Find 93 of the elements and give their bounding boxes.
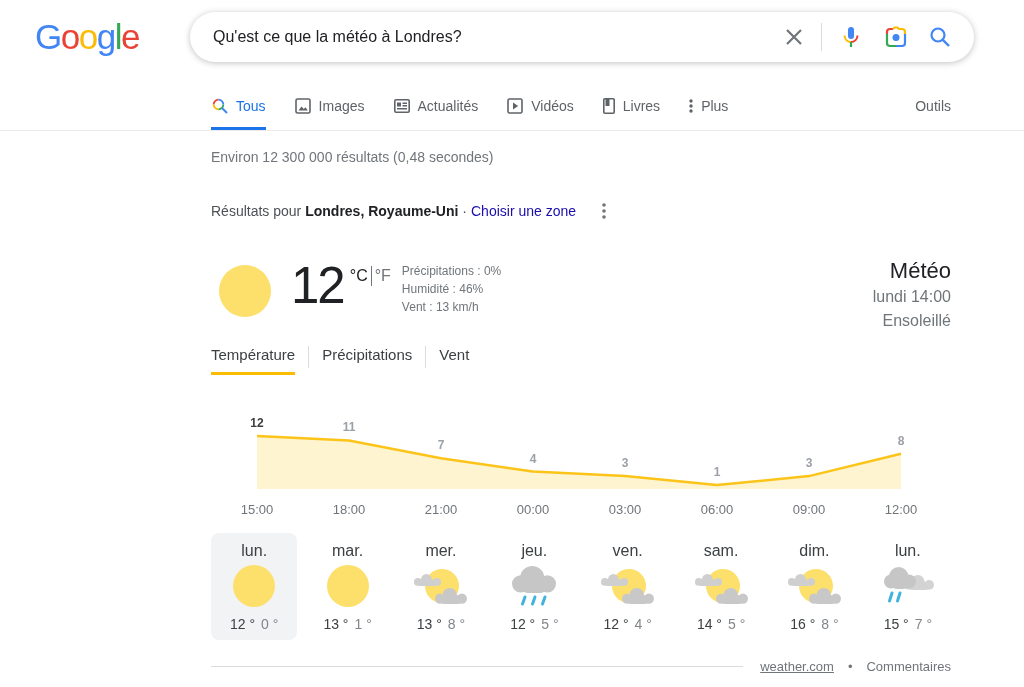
day-name: dim. <box>799 541 830 561</box>
day-name: ven. <box>612 541 643 561</box>
day-name: mar. <box>332 541 364 561</box>
separator-dot: • <box>847 658 853 674</box>
weather-time: lundi 14:00 <box>872 287 951 307</box>
kebab-menu-icon[interactable] <box>602 203 607 219</box>
low-temperature: 7 ° <box>914 615 932 634</box>
high-temperature: 12 ° <box>510 615 536 634</box>
image-icon <box>294 97 311 114</box>
unit-toggle[interactable]: °C <box>349 266 368 286</box>
low-temperature: 0 ° <box>261 615 279 634</box>
value-label: 3 <box>805 456 813 471</box>
time-label: 21:00 <box>424 502 458 517</box>
feedback-link[interactable]: Commentaires <box>866 658 951 674</box>
day-forecast[interactable]: mer. 13 ° 8 ° <box>397 533 485 640</box>
chart-tab[interactable]: Température <box>211 339 296 375</box>
day-forecast[interactable]: sam. 14 ° 5 ° <box>677 533 765 640</box>
high-temperature: 16 ° <box>790 615 816 634</box>
unit-toggle[interactable]: °F <box>370 266 391 286</box>
nav-tab[interactable]: Actualités <box>392 84 479 130</box>
low-temperature: 5 ° <box>727 615 746 634</box>
weather-detail: Vent : 13 km/h <box>401 299 480 316</box>
day-name: mer. <box>425 541 457 561</box>
location-text: Résultats pour Londres, Royaume-Uni · Choisir une zone <box>211 202 577 221</box>
day-forecast[interactable]: lun. 12 ° 0 ° <box>211 533 298 640</box>
time-label: 09:00 <box>792 502 826 517</box>
day-forecast[interactable]: mar. 13 ° 1 ° <box>304 533 391 640</box>
time-label: 06:00 <box>700 502 734 517</box>
result-stats: Environ 12 300 000 résultats (0,48 secondes) <box>211 148 495 167</box>
high-temperature: 12 ° <box>230 615 256 634</box>
nav-tab[interactable]: Images <box>293 84 365 130</box>
low-temperature: 8 ° <box>447 615 466 634</box>
sun-and-clouds-icon <box>787 568 841 604</box>
day-forecast[interactable]: ven. 12 ° 4 ° <box>584 533 671 640</box>
sun-icon <box>326 565 369 607</box>
day-name: lun. <box>894 541 921 561</box>
low-temperature: 8 ° <box>821 615 839 634</box>
source-link[interactable]: weather.com <box>760 658 834 674</box>
high-temperature: 15 ° <box>883 615 909 634</box>
sun-icon <box>219 265 271 317</box>
low-temperature: 1 ° <box>354 615 372 634</box>
chart-tab[interactable]: Vent <box>439 339 470 375</box>
high-temperature: 12 ° <box>603 615 629 634</box>
weather-title: Météo <box>889 257 951 285</box>
day-name: jeu. <box>521 541 548 561</box>
rain-clouds-icon <box>881 567 934 605</box>
high-temperature: 13 ° <box>323 615 349 634</box>
search-icon[interactable] <box>928 25 952 49</box>
nav-tab[interactable]: Livres <box>601 84 661 130</box>
weather-detail: Précipitations : 0% <box>401 263 502 280</box>
value-label: 7 <box>437 438 445 453</box>
value-label: 3 <box>621 456 629 471</box>
low-temperature: 5 ° <box>541 615 559 634</box>
sun-icon <box>233 565 276 607</box>
weather-detail: Humidité : 46% <box>401 281 485 298</box>
value-label: 12 <box>250 416 264 430</box>
low-temperature: 4 ° <box>634 615 652 634</box>
value-label: 8 <box>897 433 905 448</box>
current-temperature: 12 <box>291 256 344 316</box>
day-name: lun. <box>241 541 268 561</box>
time-label: 15:00 <box>240 502 274 517</box>
day-forecast[interactable]: dim. 16 ° 8 ° <box>771 533 858 640</box>
rain-cloud-icon <box>512 566 557 606</box>
time-label: 12:00 <box>884 502 918 517</box>
high-temperature: 14 ° <box>696 615 722 634</box>
newspaper-icon <box>393 98 410 113</box>
weather-condition: Ensoleillé <box>882 311 951 331</box>
chart-tab[interactable]: Précipitations <box>322 339 413 375</box>
time-label: 18:00 <box>332 502 366 517</box>
search-field[interactable]: Qu'est ce que la météo à Londres? <box>213 25 782 49</box>
nav-tab[interactable]: Tous <box>211 84 266 130</box>
sun-and-clouds-icon <box>601 568 655 604</box>
sun-and-clouds-icon <box>414 568 468 604</box>
tools-tab[interactable]: Outils <box>915 84 951 130</box>
value-label: 11 <box>342 420 356 435</box>
time-label: 00:00 <box>516 502 550 517</box>
day-forecast[interactable]: jeu. 12 ° 5 ° <box>491 533 578 640</box>
day-name: sam. <box>703 541 739 561</box>
nav-tab[interactable]: Vidéos <box>506 84 574 130</box>
play-icon <box>507 97 524 114</box>
high-temperature: 13 ° <box>416 615 442 634</box>
time-label: 03:00 <box>608 502 642 517</box>
day-forecast[interactable]: lun. 15 ° 7 ° <box>864 533 951 640</box>
sun-and-clouds-icon <box>694 568 748 604</box>
more-icon <box>689 98 694 113</box>
choose-area-link[interactable]: Choisir une zone <box>471 203 577 219</box>
camera-icon[interactable] <box>884 25 908 49</box>
nav-tab[interactable]: Plus <box>688 84 729 130</box>
google-logo[interactable]: Google <box>35 12 190 62</box>
book-icon <box>602 97 615 114</box>
value-label: 4 <box>529 451 537 466</box>
search-icon <box>212 97 228 114</box>
value-label: 1 <box>713 465 721 479</box>
